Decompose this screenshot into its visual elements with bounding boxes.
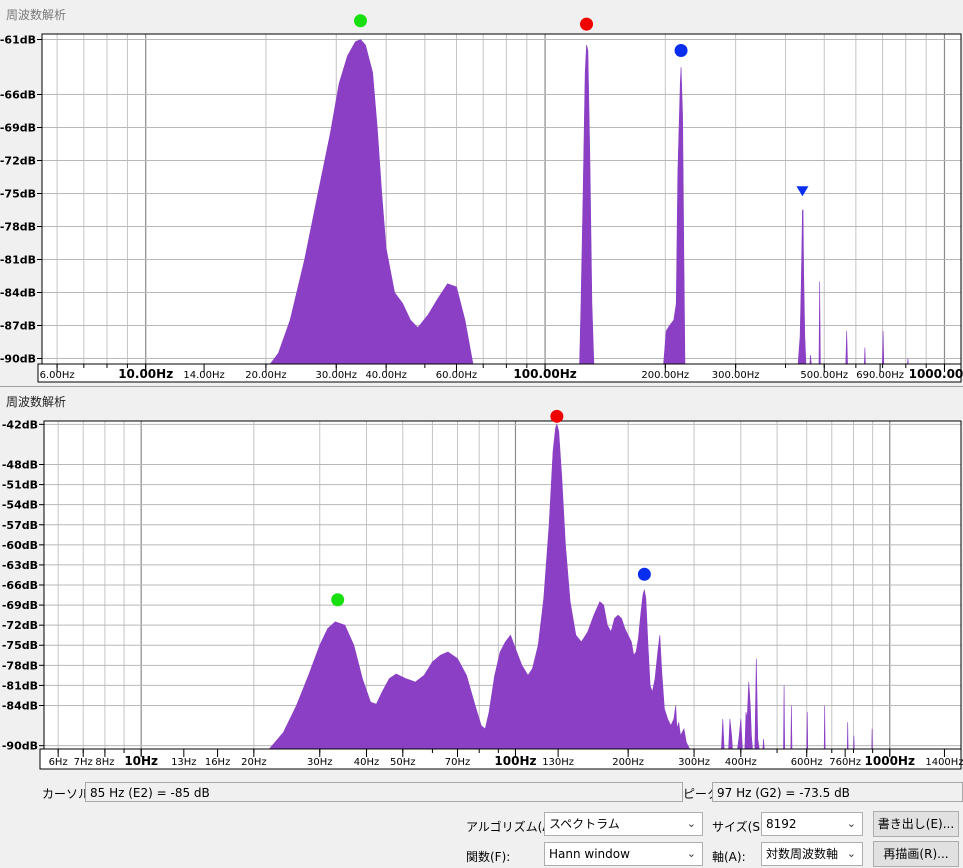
chevron-down-icon: ⌄ bbox=[846, 817, 856, 830]
x-tick-label: 30.00Hz bbox=[316, 370, 357, 381]
x-tick-label: 760Hz bbox=[829, 757, 861, 768]
size-value: 8192 bbox=[766, 817, 797, 831]
x-tick-label: 20.00Hz bbox=[245, 370, 286, 381]
y-tick-label: -69dB bbox=[2, 599, 38, 612]
axis-label: 軸(A): bbox=[712, 850, 746, 864]
x-tick-label: 10Hz bbox=[124, 754, 158, 768]
y-tick-label: -61dB bbox=[0, 34, 36, 47]
function-select[interactable]: Hann window ⌄ bbox=[544, 842, 703, 866]
export-button[interactable]: 書き出し(E)... bbox=[873, 811, 959, 837]
peak-marker-dot bbox=[580, 17, 594, 31]
size-select[interactable]: 8192 ⌄ bbox=[761, 812, 863, 836]
y-tick-label: -72dB bbox=[2, 619, 38, 632]
y-tick-label: -81dB bbox=[0, 254, 36, 267]
spectrum-chart-top[interactable]: -61dB -66dB -69dB -72dB -75dB -78dB -81dB -84dB… bbox=[0, 0, 963, 384]
y-tick-label: -90dB bbox=[0, 353, 36, 366]
chevron-down-icon: ⌄ bbox=[846, 847, 856, 860]
y-tick-label: -60dB bbox=[2, 539, 38, 552]
y-tick-label: -42dB bbox=[2, 418, 38, 431]
x-tick-label: 100.00Hz bbox=[513, 367, 576, 381]
y-tick-label: -48dB bbox=[2, 459, 38, 472]
function-value: Hann window bbox=[549, 847, 630, 861]
y-tick-label: -66dB bbox=[0, 89, 36, 102]
chevron-down-icon: ⌄ bbox=[686, 847, 696, 860]
x-tick-label: 400Hz bbox=[725, 757, 757, 768]
peak-marker-dot bbox=[331, 593, 345, 607]
x-tick-label: 50Hz bbox=[390, 757, 416, 768]
x-tick-label: 60.00Hz bbox=[436, 370, 477, 381]
y-tick-label: -69dB bbox=[0, 122, 36, 135]
x-tick-label: 600Hz bbox=[791, 757, 823, 768]
x-tick-label: 1000.00Hz bbox=[909, 367, 963, 381]
plot-area bbox=[42, 34, 961, 364]
x-tick-label: 130Hz bbox=[542, 757, 574, 768]
y-tick-label: -66dB bbox=[2, 579, 38, 592]
y-tick-label: -78dB bbox=[2, 659, 38, 672]
x-tick-label: 6.00Hz bbox=[40, 370, 75, 381]
y-tick-label: -63dB bbox=[2, 559, 38, 572]
peak-marker-dot bbox=[353, 14, 367, 28]
spectrum-chart-bottom[interactable]: -42dB -48dB -51dB -54dB -57dB -60dB -63dB -66dB… bbox=[0, 387, 963, 775]
y-tick-label: -84dB bbox=[2, 699, 38, 712]
x-tick-label: 13Hz bbox=[171, 757, 197, 768]
axis-value: 対数周波数軸 bbox=[766, 847, 839, 861]
x-tick-label: 8Hz bbox=[95, 757, 114, 768]
y-tick-label: -87dB bbox=[0, 320, 36, 333]
x-tick-label: 40.00Hz bbox=[365, 370, 406, 381]
x-tick-label: 20Hz bbox=[241, 757, 267, 768]
x-tick-label: 10.00Hz bbox=[118, 367, 173, 381]
function-label: 関数(F): bbox=[466, 850, 511, 864]
peak-marker-dot bbox=[550, 409, 564, 423]
y-tick-label: -81dB bbox=[2, 679, 38, 692]
x-tick-label: 30Hz bbox=[307, 757, 333, 768]
x-tick-label: 40Hz bbox=[354, 757, 380, 768]
y-tick-label: -90dB bbox=[2, 740, 38, 753]
chevron-down-icon: ⌄ bbox=[686, 817, 696, 830]
algorithm-value: スペクトラム bbox=[549, 817, 620, 831]
y-tick-label: -75dB bbox=[0, 188, 36, 201]
y-tick-label: -84dB bbox=[0, 287, 36, 300]
y-tick-label: -75dB bbox=[2, 639, 38, 652]
x-tick-label: 300Hz bbox=[678, 757, 710, 768]
y-tick-label: -78dB bbox=[0, 221, 36, 234]
x-tick-label: 14.00Hz bbox=[183, 370, 224, 381]
x-tick-label: 1400Hz bbox=[925, 757, 963, 768]
x-tick-label: 200.00Hz bbox=[641, 370, 689, 381]
algorithm-select[interactable]: スペクトラム ⌄ bbox=[544, 812, 703, 836]
x-tick-label: 300.00Hz bbox=[712, 370, 760, 381]
x-tick-label: 16Hz bbox=[205, 757, 231, 768]
x-tick-label: 100Hz bbox=[494, 754, 536, 768]
y-tick-label: -72dB bbox=[0, 155, 36, 168]
analysis-controls: カーソル: 85 Hz (E2) = -85 dB ピーク: 97 Hz (G2… bbox=[0, 774, 963, 868]
x-tick-label: 6Hz bbox=[49, 757, 68, 768]
cursor-readout: 85 Hz (E2) = -85 dB bbox=[85, 782, 683, 802]
replot-button[interactable]: 再描画(R)... bbox=[873, 841, 959, 867]
x-tick-label: 1000Hz bbox=[865, 754, 915, 768]
spectrum-panel-bottom: 周波数解析 -42dB -48dB -51dB -54dB -57dB -60dB -63d… bbox=[0, 386, 963, 775]
x-tick-label: 690.00Hz bbox=[856, 370, 904, 381]
x-tick-label: 500.00Hz bbox=[800, 370, 848, 381]
x-tick-label: 200Hz bbox=[612, 757, 644, 768]
y-tick-label: -51dB bbox=[2, 479, 38, 492]
peak-marker-dot bbox=[637, 567, 651, 581]
x-tick-label: 7Hz bbox=[74, 757, 93, 768]
y-tick-label: -57dB bbox=[2, 519, 38, 532]
peak-marker-dot bbox=[674, 44, 688, 57]
spectrum-panel-top: 周波数解析 -61dB -66dB -69dB -72dB -75dB -78dB -81d… bbox=[0, 0, 963, 384]
peak-readout: 97 Hz (G2) = -73.5 dB bbox=[712, 782, 963, 802]
axis-select[interactable]: 対数周波数軸 ⌄ bbox=[761, 842, 863, 866]
x-tick-label: 70Hz bbox=[445, 757, 471, 768]
y-tick-label: -54dB bbox=[2, 499, 38, 512]
